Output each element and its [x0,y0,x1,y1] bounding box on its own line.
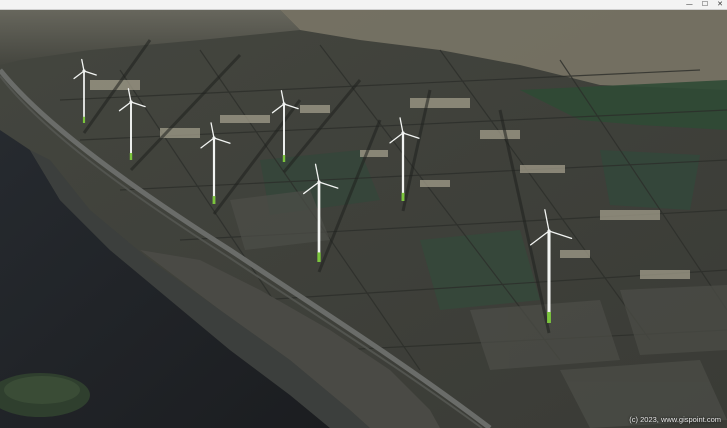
green-field-right [600,150,700,210]
copyright-label: (c) 2023, www.gispoint.com [629,415,721,424]
turbine-hub [547,229,551,233]
green-field-mid [420,230,540,310]
title-bar: — ☐ ✕ [0,0,727,10]
turbine-hub [401,131,405,135]
maximize-button[interactable]: ☐ [702,0,708,9]
map-3d-view[interactable] [0,10,727,428]
turbine-hub [282,102,286,106]
turbine-hub [129,100,133,104]
tree-island-highlight [4,376,80,404]
close-button[interactable]: ✕ [717,0,723,9]
turbine-hub [82,69,86,73]
turbine-hub [317,180,321,184]
app-window: — ☐ ✕ (c) 2023, www.gispoint.com [0,0,727,428]
turbine-hub [212,136,216,140]
window-controls: — ☐ ✕ [686,0,723,9]
minimize-button[interactable]: — [686,0,693,9]
